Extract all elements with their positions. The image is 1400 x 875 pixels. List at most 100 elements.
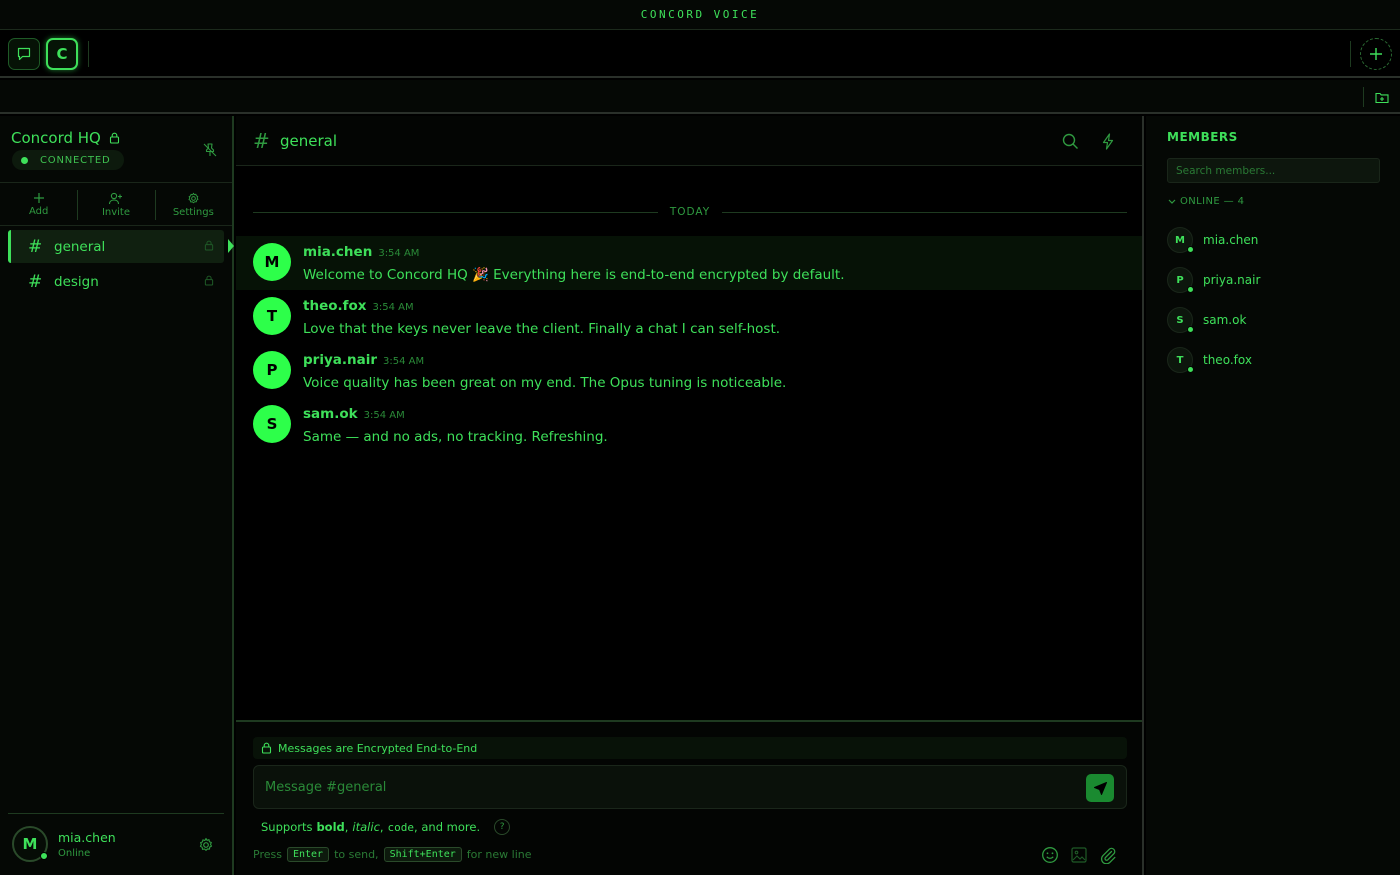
- new-folder-button[interactable]: [1372, 87, 1392, 107]
- avatar[interactable]: M: [253, 243, 291, 281]
- member-item-mia-chen[interactable]: M mia.chen: [1167, 220, 1380, 260]
- channel-sidebar: Concord HQ CONNECTED Add Invite Settings…: [0, 116, 234, 875]
- message-author[interactable]: mia.chen 3:54 AM: [303, 244, 419, 260]
- member-search-input[interactable]: [1168, 159, 1379, 182]
- avatar-initial: P: [1176, 274, 1184, 286]
- message-item[interactable]: P priya.nair 3:54 AM Voice quality has be…: [236, 344, 1142, 398]
- avatar[interactable]: S: [253, 405, 291, 443]
- message-author[interactable]: sam.ok 3:54 AM: [303, 406, 405, 422]
- message-timestamp: 3:54 AM: [378, 248, 420, 259]
- connection-status-label: CONNECTED: [40, 154, 111, 166]
- emoji-icon[interactable]: [1041, 846, 1059, 864]
- invite-button[interactable]: Invite: [77, 184, 154, 225]
- hint-suffix: , and more.: [414, 820, 481, 834]
- active-channel-indicator: [228, 239, 234, 253]
- invite-button-label: Invite: [101, 206, 131, 218]
- avatar-initial: M: [1175, 234, 1185, 246]
- avatar[interactable]: P: [253, 351, 291, 389]
- hint-separator: ,: [379, 820, 384, 834]
- avatar-initial: M: [22, 835, 38, 853]
- message-text: Welcome to Concord HQ 🎉 Everything here …: [303, 267, 845, 283]
- message-timestamp: 3:54 AM: [383, 356, 425, 367]
- folder-plus-icon: [1375, 92, 1389, 103]
- server-header: Concord HQ CONNECTED: [0, 116, 232, 183]
- date-divider: TODAY: [253, 206, 1127, 220]
- search-icon[interactable]: [1062, 133, 1079, 150]
- lightning-icon[interactable]: [1102, 133, 1114, 150]
- hint-press: Press: [253, 848, 282, 861]
- avatar: P: [1167, 267, 1194, 293]
- message-text: Same — and no ads, no tracking. Refreshi…: [303, 429, 608, 445]
- settings-button[interactable]: Settings: [154, 184, 232, 225]
- member-name: theo.fox: [1203, 353, 1252, 367]
- online-status-dot: [40, 852, 48, 860]
- message-item[interactable]: M mia.chen 3:54 AM Welcome to Concord HQ …: [236, 236, 1142, 290]
- avatar-initial: T: [1176, 354, 1184, 366]
- online-group-label: ONLINE — 4: [1180, 196, 1245, 207]
- members-title: MEMBERS: [1167, 130, 1238, 144]
- plus-icon: [33, 193, 44, 203]
- message-timestamp: 3:54 AM: [372, 302, 414, 313]
- date-divider-label: TODAY: [657, 206, 723, 218]
- title-bar: CONCORD VOICE: [0, 0, 1400, 30]
- sidebar-actions: Add Invite Settings: [0, 184, 232, 226]
- channel-item-design[interactable]: # design: [8, 265, 224, 298]
- message-input[interactable]: [254, 766, 1074, 808]
- user-plus-icon: [109, 192, 123, 204]
- avatar: S: [1167, 307, 1194, 333]
- member-item-sam-ok[interactable]: S sam.ok: [1167, 300, 1380, 340]
- member-name: priya.nair: [1203, 273, 1261, 287]
- formatting-help-button[interactable]: ?: [494, 819, 511, 835]
- app-title: CONCORD VOICE: [640, 8, 760, 21]
- message-item[interactable]: S sam.ok 3:54 AM Same — and no ads, no tr…: [236, 398, 1142, 452]
- chat-panel: # general TODAY M mia.chen 3:54 AM Welcom…: [236, 116, 1144, 875]
- message-item[interactable]: T theo.fox 3:54 AM Love that the keys nev…: [236, 290, 1142, 344]
- add-server-button[interactable]: [1360, 38, 1392, 70]
- member-name: mia.chen: [1203, 233, 1259, 247]
- member-list: M mia.chen P priya.nair S sam.ok T theo.…: [1167, 220, 1380, 380]
- unpin-icon[interactable]: [202, 142, 218, 158]
- connection-status-badge: CONNECTED: [12, 150, 125, 170]
- server-bar-divider: [88, 41, 89, 67]
- hint-separator: ,: [344, 820, 349, 834]
- user-name: mia.chen: [58, 830, 116, 845]
- plus-icon: [1370, 48, 1382, 60]
- paperclip-icon[interactable]: [1099, 846, 1117, 864]
- author-name: theo.fox: [303, 298, 367, 314]
- message-author[interactable]: theo.fox 3:54 AM: [303, 298, 414, 314]
- avatar: T: [1167, 347, 1194, 373]
- hint-new-line: for new line: [466, 848, 532, 861]
- author-name: sam.ok: [303, 406, 358, 422]
- lock-icon: [109, 132, 119, 144]
- hint-italic: italic: [352, 820, 380, 834]
- online-status-dot: [1187, 286, 1194, 293]
- user-settings-gear-icon[interactable]: [198, 837, 214, 853]
- member-item-priya-nair[interactable]: P priya.nair: [1167, 260, 1380, 300]
- member-item-theo-fox[interactable]: T theo.fox: [1167, 340, 1380, 380]
- lock-icon: [204, 275, 214, 286]
- date-divider-label-wrap: TODAY: [253, 206, 1127, 218]
- message-list: M mia.chen 3:54 AM Welcome to Concord HQ …: [236, 236, 1142, 452]
- hint-code: code: [387, 820, 415, 834]
- server-icon-concord[interactable]: C: [46, 38, 78, 70]
- avatar[interactable]: M: [12, 826, 48, 862]
- message-text: Voice quality has been great on my end. …: [303, 375, 787, 391]
- online-status-dot: [1187, 366, 1194, 373]
- avatar[interactable]: T: [253, 297, 291, 335]
- online-group-header[interactable]: ONLINE — 4: [1168, 196, 1244, 207]
- formatting-hint: Supports bold, italic, code, and more. ?: [261, 819, 511, 835]
- send-button[interactable]: [1086, 774, 1114, 802]
- image-icon[interactable]: [1070, 846, 1088, 864]
- members-panel: MEMBERS ONLINE — 4 M mia.chen P priya.na…: [1146, 116, 1400, 875]
- message-author[interactable]: priya.nair 3:54 AM: [303, 352, 424, 368]
- chevron-down-icon: [1168, 199, 1176, 204]
- gear-icon: [188, 192, 199, 203]
- hint-bold: bold: [316, 820, 345, 834]
- kbd-shift-enter: Shift+Enter: [383, 847, 462, 862]
- add-button[interactable]: Add: [0, 184, 77, 225]
- server-name[interactable]: Concord HQ: [11, 129, 120, 147]
- channel-item-general[interactable]: # general: [8, 230, 234, 263]
- lock-icon: [261, 742, 272, 754]
- direct-messages-button[interactable]: [8, 38, 40, 70]
- avatar-initial: S: [1176, 314, 1184, 326]
